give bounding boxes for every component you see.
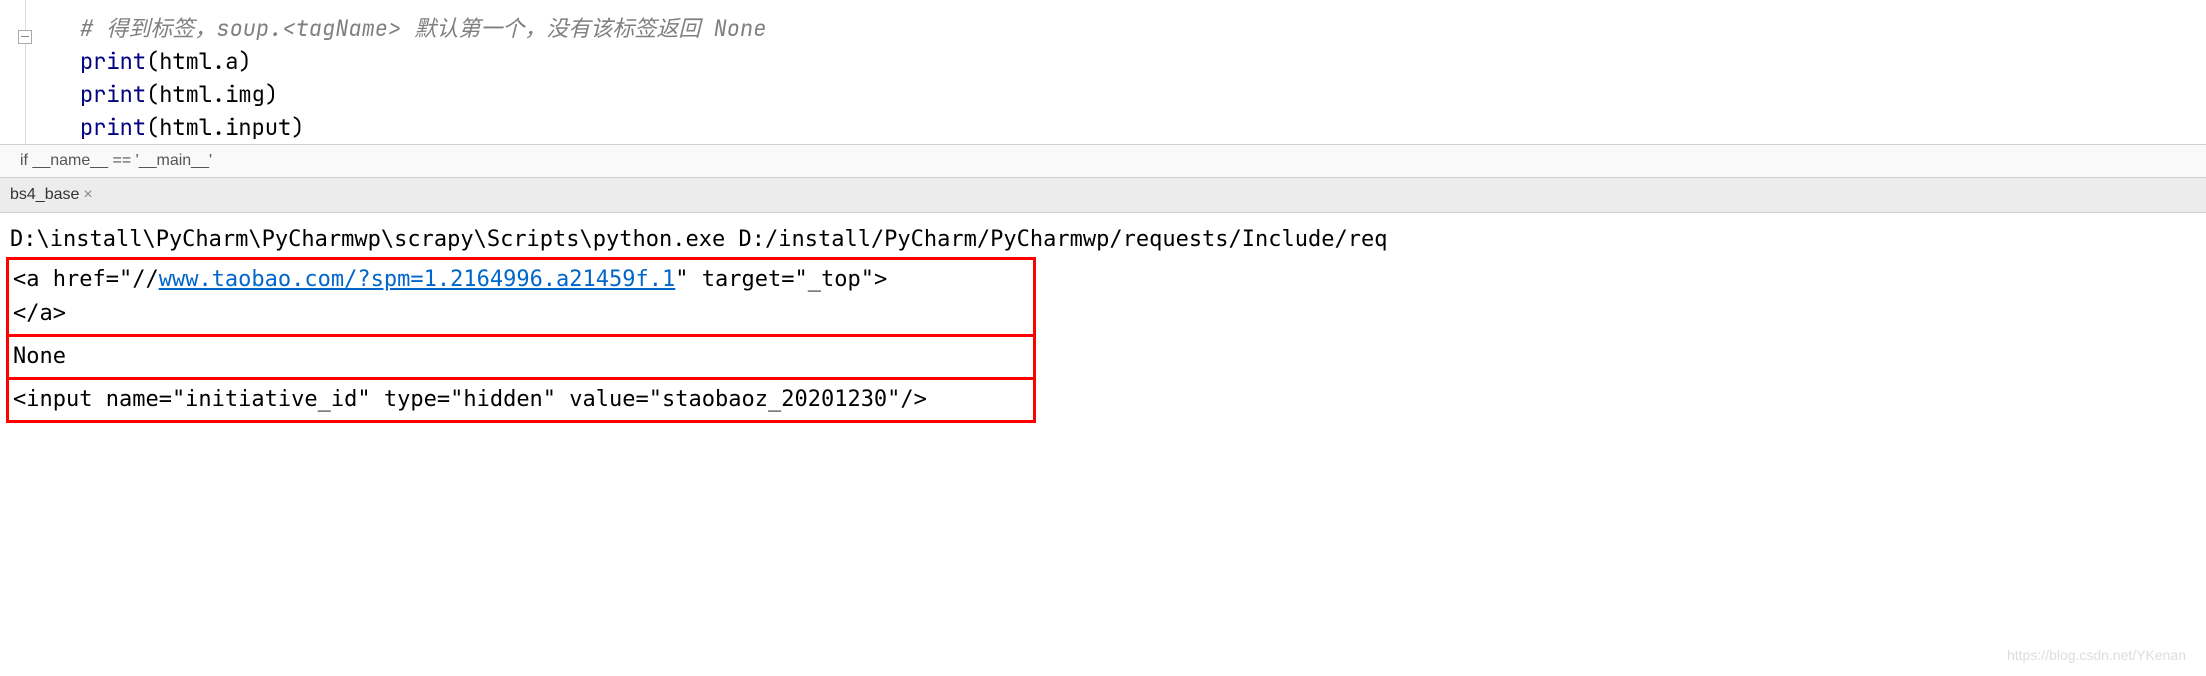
arg: html.a: [159, 47, 238, 76]
code-line-3[interactable]: print(html.input): [0, 111, 2206, 144]
execution-path: D:\install\PyCharm\PyCharmwp\scrapy\Scri…: [10, 227, 1388, 252]
breadcrumb-item: if __name__ == '__main__': [20, 152, 212, 169]
output-text: <input name="initiative_id" type="hidden…: [13, 387, 927, 412]
output-text-close: </a>: [13, 301, 66, 326]
arg: html.input: [159, 113, 291, 142]
output-text-suffix: " target="_top">: [675, 267, 887, 292]
paren: (: [146, 113, 159, 142]
print-keyword: print: [80, 80, 146, 109]
print-keyword: print: [80, 113, 146, 142]
console-output[interactable]: D:\install\PyCharm\PyCharmwp\scrapy\Scri…: [0, 213, 2206, 433]
run-tab-bar: bs4_base×: [0, 177, 2206, 213]
output-block-3: <input name="initiative_id" type="hidden…: [6, 380, 1036, 423]
paren: (: [146, 80, 159, 109]
tab-label: bs4_base: [10, 186, 79, 203]
run-tab[interactable]: bs4_base×: [6, 181, 97, 209]
code-line-1[interactable]: print(html.a): [0, 45, 2206, 78]
paren: ): [265, 80, 278, 109]
code-editor-pane[interactable]: # 得到标签，soup.<tagName> 默认第一个，没有该标签返回 None…: [0, 0, 2206, 144]
fold-marker-icon[interactable]: [18, 30, 32, 44]
close-icon[interactable]: ×: [83, 186, 92, 203]
output-block-2: None: [6, 337, 1036, 380]
output-text-prefix: <a href="//: [13, 267, 159, 292]
print-keyword: print: [80, 47, 146, 76]
gutter-line: [25, 0, 26, 144]
output-block-1: <a href="//www.taobao.com/?spm=1.2164996…: [6, 257, 1036, 337]
arg: html.img: [159, 80, 265, 109]
paren: ): [238, 47, 251, 76]
code-line-2[interactable]: print(html.img): [0, 78, 2206, 111]
output-text: None: [13, 344, 66, 369]
paren: (: [146, 47, 159, 76]
breadcrumb[interactable]: if __name__ == '__main__': [0, 144, 2206, 177]
watermark-text: https://blog.csdn.net/YKenan: [2007, 645, 2186, 666]
code-line-comment[interactable]: # 得到标签，soup.<tagName> 默认第一个，没有该标签返回 None: [0, 12, 2206, 45]
paren: ): [291, 113, 304, 142]
comment-text: # 得到标签，soup.<tagName> 默认第一个，没有该标签返回 None: [80, 14, 766, 43]
output-link[interactable]: www.taobao.com/?spm=1.2164996.a21459f.1: [159, 267, 676, 292]
